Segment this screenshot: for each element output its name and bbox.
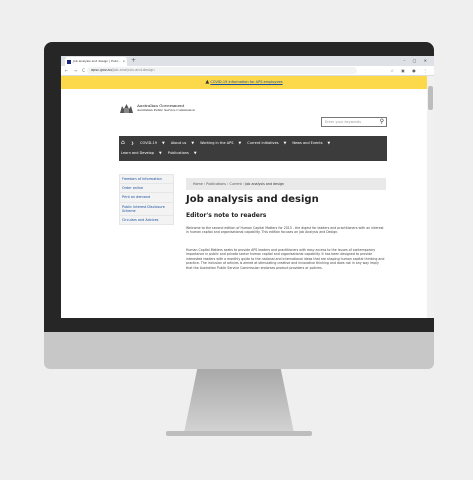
breadcrumb-page: Job analysis and design [245, 182, 285, 186]
body-paragraph: Human Capital Matters seeks to provide A… [186, 248, 385, 270]
monitor-base [166, 431, 312, 436]
chevron-down-icon: ▼ [327, 141, 331, 145]
window-controls[interactable]: – ▢ ✕ [403, 56, 430, 66]
new-tab-button[interactable]: + [131, 57, 136, 65]
url-domain: apsc.gov.au [91, 68, 112, 72]
chevron-down-icon: ▼ [283, 141, 287, 145]
sidebar-menu: Freedom of Information Order online Prin… [119, 174, 174, 226]
url-path: /job-analysis-and-design [111, 68, 155, 72]
monitor-stand [184, 369, 294, 433]
page-subtitle: Editor's note to readers [186, 212, 267, 219]
scrollbar-thumb[interactable] [428, 86, 433, 110]
nav-separator-icon: ❯ [130, 141, 134, 145]
sidebar-item-foi[interactable]: Freedom of Information [119, 174, 174, 184]
coat-of-arms-icon [120, 104, 133, 113]
search-placeholder: Enter your keywords [325, 120, 362, 124]
agency-name: Australian Public Service Commission [137, 108, 195, 112]
monitor-screen: Job analysis and design | Publ... × + – … [61, 56, 434, 318]
breadcrumb-publications[interactable]: Publications [206, 182, 226, 186]
covid-alert-banner: ▲ COVID-19 information for APS employees [61, 76, 427, 89]
browser-toolbar: ← → C apsc.gov.au/job-analysis-and-desig… [61, 66, 434, 76]
scrollbar[interactable] [427, 76, 434, 318]
search-icon[interactable]: ⚲ [380, 118, 384, 126]
covid-alert-link[interactable]: COVID-19 information for APS employees [210, 80, 282, 84]
warning-icon: ▲ [205, 79, 210, 85]
chevron-down-icon: ▼ [191, 141, 195, 145]
nav-buttons[interactable]: ← → C [65, 66, 87, 75]
chevron-down-icon: ▼ [159, 151, 162, 155]
home-icon[interactable]: ⌂ [121, 139, 125, 146]
sidebar-item-order[interactable]: Order online [119, 183, 174, 193]
search-input[interactable]: Enter your keywords ⚲ [321, 117, 387, 127]
browser-tab[interactable]: Job analysis and design | Publ... × [65, 57, 127, 66]
nav-item-covid[interactable]: COVID-19 [140, 141, 157, 145]
breadcrumb: Home › Publications › Current › Job anal… [186, 178, 386, 190]
breadcrumb-home[interactable]: Home [193, 182, 203, 186]
tab-title: Job analysis and design | Publ... [73, 59, 121, 63]
chevron-down-icon: ▼ [161, 141, 165, 145]
nav-item-news[interactable]: News and Events [292, 141, 322, 145]
page-title: Job analysis and design [186, 194, 319, 205]
favicon-icon [67, 60, 71, 64]
nav-item-about[interactable]: About us [171, 141, 187, 145]
breadcrumb-sep: › [203, 182, 206, 186]
breadcrumb-current[interactable]: Current [229, 182, 241, 186]
gov-logo-text[interactable]: Australian Government Australian Public … [137, 103, 195, 112]
main-navigation: ⌂ ❯ COVID-19 ▼ About us ▼ Working in the A… [119, 136, 387, 161]
tab-close-icon[interactable]: × [122, 57, 125, 66]
chevron-down-icon: ▼ [238, 141, 242, 145]
nav-item-initiatives[interactable]: Current initiatives [247, 141, 278, 145]
sidebar-item-circulars[interactable]: Circulars and Advices [119, 215, 174, 226]
nav-item-working[interactable]: Working in the APS [200, 141, 233, 145]
chevron-down-icon: ▼ [193, 151, 197, 155]
extension-icons[interactable]: ☆ ▣ ● ⋮ [390, 66, 430, 75]
nav-item-publications[interactable]: Publications [168, 151, 189, 155]
monitor-chin [44, 332, 434, 369]
intro-paragraph: Welcome to the second edition of Human C… [186, 226, 384, 235]
sidebar-item-print[interactable]: Print on demand [119, 192, 174, 202]
nav-item-learn[interactable]: Learn and Develop [121, 151, 154, 155]
sidebar-item-pid[interactable]: Public Interest Disclosure Scheme [119, 201, 174, 216]
browser-titlebar: Job analysis and design | Publ... × + – … [61, 56, 434, 66]
address-bar[interactable]: apsc.gov.au/job-analysis-and-design [87, 67, 357, 74]
